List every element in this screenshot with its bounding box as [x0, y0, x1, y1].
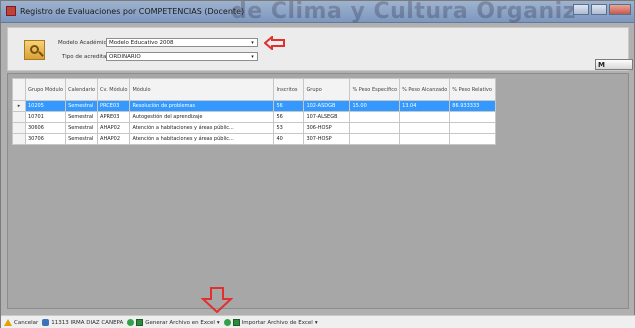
- import-label: Importar Archivo de Excel: [241, 319, 313, 326]
- table-cell[interactable]: AHAP02: [97, 133, 131, 145]
- user-info: 11313 IRMA DIAZ CANEPA: [42, 319, 123, 326]
- row-pointer-icon[interactable]: ▸: [12, 100, 26, 112]
- export-excel-button[interactable]: Generar Archivo en Excel ▾: [127, 319, 220, 326]
- column-header[interactable]: Cv. Módulo: [97, 78, 131, 101]
- user-icon: [42, 319, 50, 326]
- chevron-down-icon[interactable]: ▾: [249, 40, 256, 46]
- dropdown-arrow-icon[interactable]: ▾: [315, 320, 318, 326]
- key-icon[interactable]: [24, 40, 45, 60]
- column-header[interactable]: % Peso Relativo: [449, 78, 497, 101]
- table-cell[interactable]: 56: [273, 100, 305, 112]
- modelo-label: Modelo Académico: [58, 40, 110, 46]
- annotation-arrow-down: [201, 287, 233, 313]
- column-header[interactable]: % Peso Alcanzado: [399, 78, 451, 101]
- annotation-arrow-left: [264, 36, 285, 50]
- table-cell[interactable]: [399, 122, 451, 134]
- table-row[interactable]: 30606 Semestral AHAP02 Atención a habita…: [12, 122, 497, 134]
- table-cell[interactable]: AHAP02: [97, 122, 131, 134]
- table-cell[interactable]: 30706: [24, 133, 67, 145]
- table-cell[interactable]: 307-HOSP: [303, 133, 351, 145]
- table-cell[interactable]: Atención a habitaciones y áreas públic..…: [129, 122, 275, 134]
- import-excel-button[interactable]: Importar Archivo de Excel ▾: [223, 319, 318, 326]
- row-selector[interactable]: [12, 133, 26, 145]
- table-cell[interactable]: [399, 133, 451, 145]
- status-bar: Cancelar 11313 IRMA DIAZ CANEPA Generar …: [1, 315, 635, 328]
- column-header[interactable]: Módulo: [129, 78, 275, 101]
- gear-icon: [127, 319, 135, 326]
- grid-area: Grupo Módulo Calendario Cv. Módulo Módul…: [7, 73, 629, 309]
- column-header[interactable]: Calendario: [65, 78, 99, 101]
- table-cell[interactable]: [349, 111, 401, 123]
- table-cell[interactable]: [349, 133, 401, 145]
- cancel-label: Cancelar: [14, 319, 39, 326]
- column-header[interactable]: Inscritos: [273, 78, 305, 101]
- table-cell[interactable]: PRCE03: [97, 100, 131, 112]
- column-header[interactable]: % Peso Específico: [349, 78, 401, 101]
- table-cell[interactable]: APRE03: [97, 111, 131, 123]
- minimize-button[interactable]: [573, 4, 589, 15]
- table-cell[interactable]: Semestral: [65, 111, 99, 123]
- warning-icon: [4, 319, 12, 326]
- table-cell[interactable]: Resolución de problemas: [129, 100, 275, 112]
- table-cell[interactable]: Semestral: [65, 100, 99, 112]
- table-cell[interactable]: Semestral: [65, 133, 99, 145]
- table-cell[interactable]: 13.04: [399, 100, 451, 112]
- excel-icon: [232, 319, 240, 326]
- table-cell[interactable]: [399, 111, 451, 123]
- row-selector[interactable]: [12, 122, 26, 134]
- background-title-text: de Clima y Cultura Organiz: [231, 0, 577, 24]
- gear-icon: [223, 319, 231, 326]
- binoculars-icon: M: [598, 61, 605, 69]
- window-title: Registro de Evaluaciones por COMPETENCIA…: [20, 7, 245, 16]
- row-selector-header: [12, 78, 26, 101]
- table-cell[interactable]: 86.933333: [449, 100, 497, 112]
- cancel-button[interactable]: Cancelar: [4, 319, 38, 326]
- table-cell[interactable]: 107-ALSEGB: [303, 111, 351, 123]
- column-header[interactable]: Grupo: [303, 78, 351, 101]
- dropdown-arrow-icon[interactable]: ▾: [217, 320, 220, 326]
- table-cell[interactable]: [349, 122, 401, 134]
- table-cell[interactable]: 56: [273, 111, 305, 123]
- evaluations-table: Grupo Módulo Calendario Cv. Módulo Módul…: [12, 78, 497, 145]
- maximize-button[interactable]: [591, 4, 607, 15]
- table-row[interactable]: ▸ 10205 Semestral PRCE03 Resolución de p…: [12, 100, 497, 112]
- modelo-select[interactable]: Modelo Educativo 2008 ▾: [106, 38, 258, 47]
- table-cell[interactable]: [449, 122, 497, 134]
- table-cell[interactable]: 10205: [24, 100, 67, 112]
- close-button[interactable]: [609, 4, 631, 15]
- row-selector[interactable]: [12, 111, 26, 123]
- table-cell[interactable]: 40: [273, 133, 305, 145]
- table-cell[interactable]: 15.00: [349, 100, 401, 112]
- table-cell[interactable]: 102-ASDGB: [303, 100, 351, 112]
- app-window: Registro de Evaluaciones por COMPETENCIA…: [0, 0, 635, 328]
- title-bar: Registro de Evaluaciones por COMPETENCIA…: [1, 0, 634, 24]
- table-cell[interactable]: Atención a habitaciones y áreas públic..…: [129, 133, 275, 145]
- user-label: 11313 IRMA DIAZ CANEPA: [51, 319, 124, 326]
- acreditacion-select[interactable]: ORDINARIO ▾: [106, 52, 258, 61]
- table-cell[interactable]: 10701: [24, 111, 67, 123]
- table-cell[interactable]: [449, 133, 497, 145]
- table-header-row: Grupo Módulo Calendario Cv. Módulo Módul…: [12, 78, 497, 101]
- export-label: Generar Archivo en Excel: [145, 319, 215, 326]
- excel-icon: [136, 319, 144, 326]
- table-cell[interactable]: [449, 111, 497, 123]
- search-button[interactable]: M: [595, 59, 633, 70]
- column-header[interactable]: Grupo Módulo: [24, 78, 67, 101]
- table-cell[interactable]: Autogestión del aprendizaje: [129, 111, 275, 123]
- table-cell[interactable]: 30606: [24, 122, 67, 134]
- chevron-down-icon[interactable]: ▾: [249, 54, 256, 60]
- app-icon: [6, 6, 16, 16]
- filter-panel: Modelo Académico Modelo Educativo 2008 ▾…: [7, 27, 629, 71]
- table-cell[interactable]: 306-HOSP: [303, 122, 351, 134]
- table-row[interactable]: 10701 Semestral APRE03 Autogestión del a…: [12, 111, 497, 123]
- table-row[interactable]: 30706 Semestral AHAP02 Atención a habita…: [12, 133, 497, 145]
- window-controls: [573, 4, 631, 15]
- table-cell[interactable]: 53: [273, 122, 305, 134]
- modelo-value: Modelo Educativo 2008: [109, 40, 174, 46]
- table-cell[interactable]: Semestral: [65, 122, 99, 134]
- acreditacion-value: ORDINARIO: [109, 54, 141, 60]
